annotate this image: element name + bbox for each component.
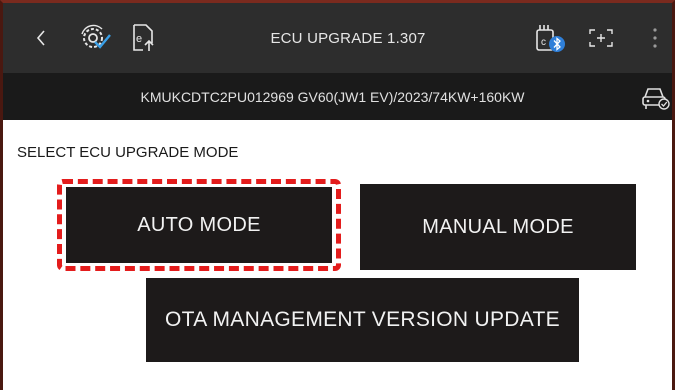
- svg-text:c: c: [541, 37, 546, 48]
- more-vertical-icon[interactable]: [643, 3, 667, 73]
- svg-text:e: e: [136, 33, 142, 45]
- manual-mode-button[interactable]: MANUAL MODE: [360, 184, 636, 270]
- ota-update-button[interactable]: OTA MANAGEMENT VERSION UPDATE: [146, 278, 579, 362]
- section-label: SELECT ECU UPGRADE MODE: [17, 144, 239, 161]
- gear-check-icon[interactable]: [73, 3, 117, 73]
- vehicle-status-icon[interactable]: [639, 73, 672, 120]
- auto-mode-button[interactable]: AUTO MODE: [66, 187, 332, 263]
- bluetooth-vci-icon[interactable]: c: [528, 3, 572, 73]
- vehicle-info-bar: KMUKCDTC2PU012969 GV60(JW1 EV)/2023/74KW…: [3, 73, 672, 120]
- window-title: ECU UPGRADE 1.307: [270, 29, 426, 47]
- back-arrow-icon[interactable]: [21, 3, 61, 73]
- fullscreen-icon[interactable]: [581, 3, 621, 73]
- main-content: SELECT ECU UPGRADE MODE AUTO MODE MANUAL…: [3, 120, 672, 390]
- top-toolbar: e ECU UPGRADE 1.307 c: [3, 3, 672, 73]
- app-window: e ECU UPGRADE 1.307 c KMUKCDTC2PU012969 …: [0, 0, 675, 390]
- ecu-upload-icon[interactable]: e: [123, 3, 163, 73]
- vehicle-info-text: KMUKCDTC2PU012969 GV60(JW1 EV)/2023/74KW…: [140, 88, 525, 105]
